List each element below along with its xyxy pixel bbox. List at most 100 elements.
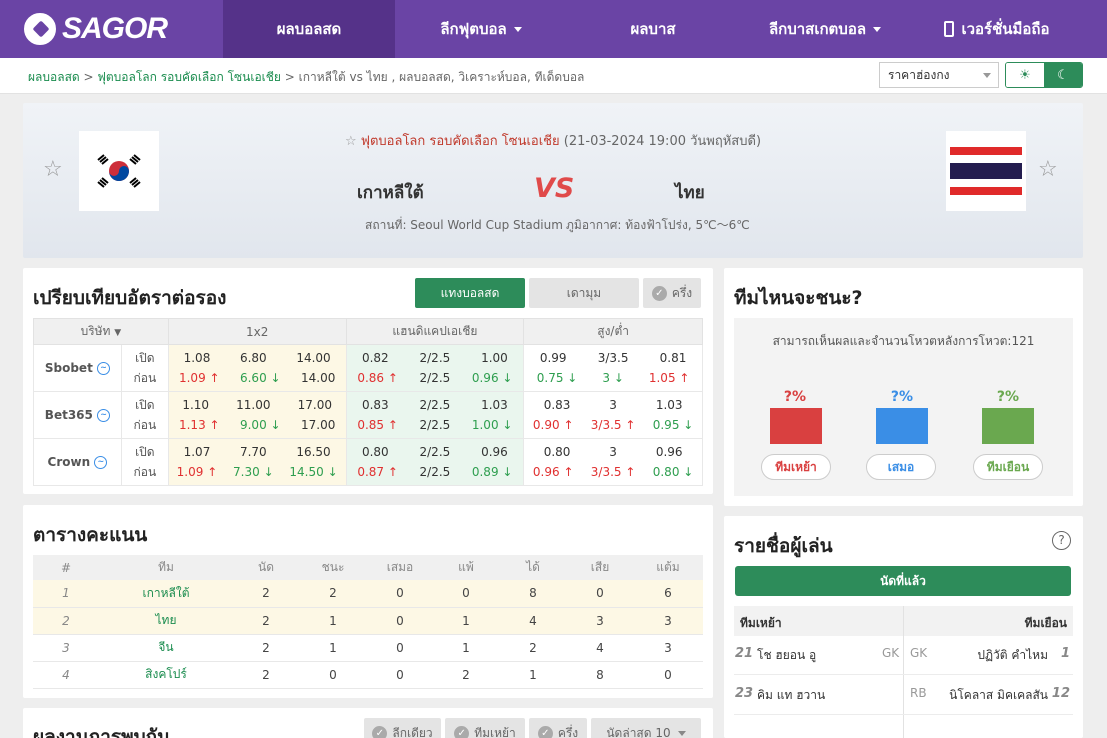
arrow-up-icon: ↑ <box>563 465 574 479</box>
arrow-up-icon: ↑ <box>207 465 218 479</box>
row-divider <box>734 674 1073 675</box>
standings-cell: 0 <box>367 580 433 608</box>
company-name[interactable]: Sbobet ~ <box>33 344 122 392</box>
odds-cell[interactable]: 0.83 3 1.03 0.90 ↑ 3/3.5 ↑ 0.95 ↓ <box>523 391 703 439</box>
help-icon[interactable]: ? <box>1052 531 1071 550</box>
moon-icon[interactable]: ☾ <box>1044 63 1082 87</box>
open-before-labels: เปิด ก่อน <box>120 438 169 486</box>
standings-cell: 2 <box>499 634 567 662</box>
arrow-up-icon: ↑ <box>209 371 220 385</box>
home-team-name[interactable]: เกาหลีใต้ <box>357 179 424 206</box>
team-link[interactable]: จีน <box>99 634 233 662</box>
chevron-down-icon <box>677 730 686 736</box>
table-row: 1 เกาหลีใต้ 2 2 0 0 8 0 6 <box>33 580 703 608</box>
header-company[interactable]: บริษัท ▼ <box>33 318 169 345</box>
odds-cell[interactable]: 0.82 2/2.5 1.00 0.86 ↑ 2/2.5 0.96 ↓ <box>345 344 525 392</box>
nav-item-2[interactable]: ผลบาส <box>567 0 739 58</box>
standings-cell: 3 <box>633 634 703 662</box>
odds-cell[interactable]: 0.80 2/2.5 0.96 0.87 ↑ 2/2.5 0.89 ↓ <box>345 438 525 486</box>
company-name[interactable]: Bet365 ~ <box>33 391 122 439</box>
trend-icon: ~ <box>97 409 111 422</box>
logo[interactable]: SAGOR <box>0 0 223 58</box>
standings-cell: 1 <box>433 634 499 662</box>
recent-matches-select[interactable]: นัดล่าสุด 10 <box>591 718 701 738</box>
standings-cell: 0 <box>367 607 433 635</box>
arrow-up-icon: ↑ <box>563 418 574 432</box>
away-team-name[interactable]: ไทย <box>675 179 705 206</box>
sun-icon[interactable]: ☀ <box>1006 63 1044 87</box>
arrow-down-icon: ↓ <box>502 465 513 479</box>
trend-icon: ~ <box>97 362 110 375</box>
odds-cell[interactable]: 0.80 3 0.96 0.96 ↑ 3/3.5 ↑ 0.80 ↓ <box>523 438 703 486</box>
player-name: คิม แท ฮวาน <box>757 688 826 702</box>
check-icon: ✓ <box>651 285 667 301</box>
standings-header: เสมอ <box>367 555 433 580</box>
standings-cell: 1 <box>499 661 567 689</box>
chevron-down-icon <box>513 26 522 32</box>
away-vote-bar <box>982 408 1034 444</box>
arrow-down-icon: ↓ <box>683 418 694 432</box>
breadcrumb-home[interactable]: ผลบอลสด <box>28 70 80 84</box>
standings-cell: 1 <box>299 634 367 662</box>
standings-cell: 2 <box>233 661 299 689</box>
nav-item-3[interactable]: ลีกบาสเกตบอล <box>739 0 911 58</box>
standings-cell: 0 <box>367 634 433 662</box>
check-icon: ✓ <box>454 725 470 738</box>
standings-cell: 4 <box>567 634 633 662</box>
odds-cell[interactable]: 1.10 11.00 17.00 1.13 ↑ 9.00 ↓ 17.00 <box>167 391 347 439</box>
odds-cell[interactable]: 1.07 7.70 16.50 1.09 ↑ 7.30 ↓ 14.50 ↓ <box>167 438 347 486</box>
weather: ภูมิอากาศ: ท้องฟ้าโปร่ง, 5℃～6℃ <box>566 218 750 232</box>
standings-cell: 0 <box>433 580 499 608</box>
theme-toggle[interactable]: ☀ ☾ <box>1005 62 1083 88</box>
lineup-away-header: ทีมเยือน <box>1024 616 1067 630</box>
team-link[interactable]: สิงคโปร์ <box>99 661 233 689</box>
odds-cell[interactable]: 0.99 3/3.5 0.81 0.75 ↓ 3 ↓ 1.05 ↑ <box>523 344 703 392</box>
filter-same-league[interactable]: ✓ ลีกเดียว <box>364 718 441 738</box>
breadcrumb-current: เกาหลีใต้ vs ไทย , ผลบอลสด, วิเคราะห์บอล… <box>298 70 585 84</box>
half-toggle[interactable]: ✓ ครึ่ง <box>643 278 701 308</box>
standings-header: แต้ม <box>633 555 703 580</box>
table-row: 3 จีน 2 1 0 1 2 4 3 <box>33 634 703 662</box>
previous-match-button[interactable]: นัดที่แล้ว <box>735 566 1071 596</box>
player-number: 23 <box>735 686 754 701</box>
standings-cell: 3 <box>567 607 633 635</box>
player-number: 21 <box>735 646 754 661</box>
company-name[interactable]: Crown ~ <box>33 438 122 486</box>
open-before-labels: เปิด ก่อน <box>120 391 169 439</box>
favorite-star-icon[interactable]: ☆ <box>1038 157 1058 182</box>
standings-title: ตารางคะแนน <box>33 524 148 546</box>
arrow-down-icon: ↓ <box>567 371 578 385</box>
odds-row: Bet365 ~ เปิด ก่อน 1.10 11.00 17.00 1.13 ↑ 9.00… <box>33 391 703 439</box>
nav-item-1[interactable]: ลีกฟุตบอล <box>395 0 567 58</box>
odds-format-select[interactable]: ราคาฮ่องกง <box>879 62 999 88</box>
arrow-up-icon: ↑ <box>387 371 398 385</box>
filter-home-team[interactable]: ✓ ทีมเหย้า <box>445 718 525 738</box>
nav-item-0[interactable]: ผลบอลสด <box>223 0 395 58</box>
odds-title: เปรียบเทียบอัตราต่อรอง <box>33 287 227 309</box>
vote-away-button[interactable]: ทีมเยือน <box>973 454 1043 480</box>
breadcrumb-league[interactable]: ฟุตบอลโลก รอบคัดเลือก โซนเอเชีย <box>97 70 281 84</box>
odds-cell[interactable]: 1.08 6.80 14.00 1.09 ↑ 6.60 ↓ 14.00 <box>167 344 347 392</box>
player-name: โช ฮยอน อู <box>757 648 817 662</box>
vote-draw-button[interactable]: เสมอ <box>866 454 936 480</box>
arrow-down-icon: ↓ <box>327 465 338 479</box>
favorite-star-icon[interactable]: ☆ <box>43 157 63 182</box>
soccer-ball-icon <box>24 13 56 45</box>
lineup-home-header: ทีมเหย้า <box>740 616 782 630</box>
vote-home-button[interactable]: ทีมเหย้า <box>761 454 831 480</box>
lineup-divider <box>903 606 904 738</box>
tab-early-odds[interactable]: เดามุม <box>529 278 639 308</box>
check-icon: ✓ <box>372 725 388 738</box>
breadcrumb: ผลบอลสด > ฟุตบอลโลก รอบคัดเลือก โซนเอเชี… <box>28 70 585 84</box>
tab-live-odds[interactable]: แทงบอลสด <box>415 278 525 308</box>
odds-cell[interactable]: 0.83 2/2.5 1.03 0.85 ↑ 2/2.5 1.00 ↓ <box>345 391 525 439</box>
standings-cell: 0 <box>633 661 703 689</box>
nav-item-4[interactable]: เวอร์ชั่นมือถือ <box>911 0 1083 58</box>
team-link[interactable]: ไทย <box>99 607 233 635</box>
chevron-down-icon <box>873 26 882 32</box>
odds-row: Crown ~ เปิด ก่อน 1.07 7.70 16.50 1.09 ↑ 7.30 ↓… <box>33 438 703 486</box>
arrow-up-icon: ↑ <box>679 371 690 385</box>
h2h-title: ผลงานการพบกัน <box>33 726 171 738</box>
filter-half[interactable]: ✓ ครึ่ง <box>529 718 587 738</box>
team-link[interactable]: เกาหลีใต้ <box>99 580 233 608</box>
